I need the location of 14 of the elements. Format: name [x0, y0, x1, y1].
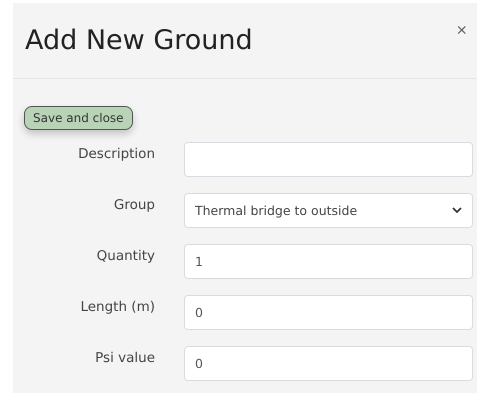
- field-label: Length (m): [79, 298, 155, 315]
- chevron-down-icon: [452, 207, 462, 214]
- input-field[interactable]: 0: [184, 295, 473, 330]
- field-label: Quantity: [96, 247, 155, 264]
- field-label: Group: [112, 196, 155, 213]
- field-label: Description: [77, 145, 155, 162]
- select-field[interactable]: Thermal bridge to outside: [184, 193, 473, 228]
- save-button[interactable]: Save and close: [24, 106, 133, 130]
- field-label: Psi value: [94, 349, 155, 366]
- input-field[interactable]: [184, 142, 473, 177]
- input-field[interactable]: 0: [184, 346, 473, 381]
- dialog-title: Add New Ground: [25, 25, 253, 56]
- input-field[interactable]: 1: [184, 244, 473, 279]
- close-button[interactable]: ×: [456, 21, 467, 39]
